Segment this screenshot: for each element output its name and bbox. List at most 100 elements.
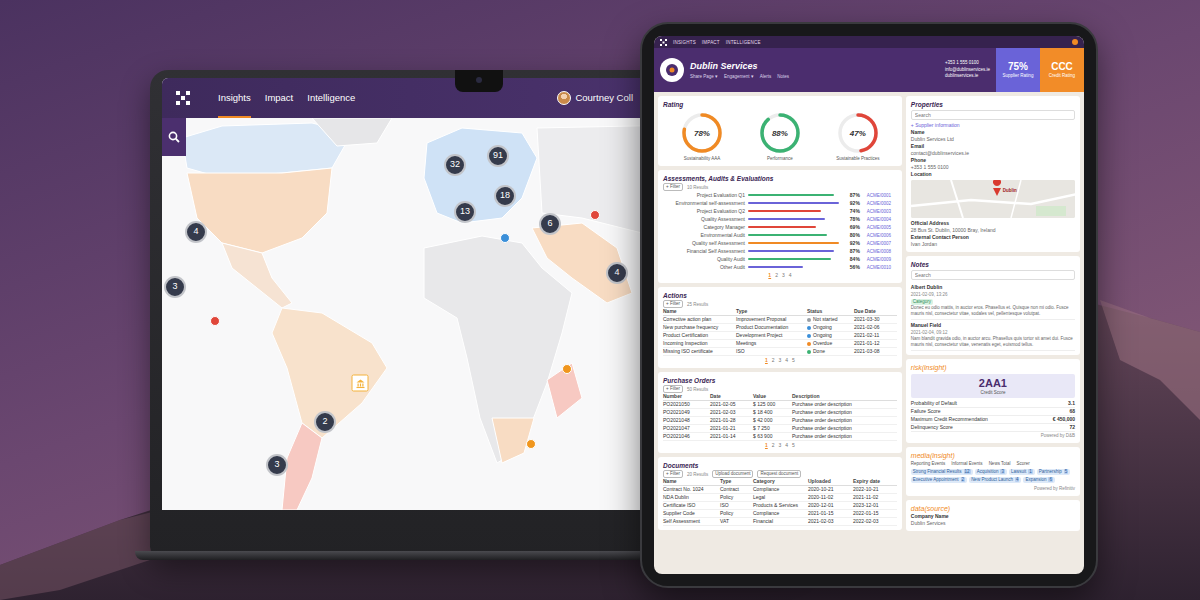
- table-row[interactable]: Self AssessmentVATFinancial2021-02-03202…: [663, 518, 897, 526]
- cluster-count[interactable]: 3: [266, 454, 288, 476]
- score-badge[interactable]: 75%Supplier Rating: [996, 48, 1040, 92]
- column-header[interactable]: Value: [753, 393, 789, 400]
- media-tag[interactable]: Executive Appointment2: [911, 477, 967, 483]
- page-link[interactable]: 1: [765, 357, 768, 364]
- status-dot[interactable]: [562, 364, 572, 374]
- media-tag[interactable]: New Product Launch4: [969, 477, 1021, 483]
- page-link[interactable]: 2: [772, 442, 775, 449]
- header-link[interactable]: Engagement ▾: [724, 74, 754, 80]
- assessment-row[interactable]: Environmental Audit80%ACME/0006: [663, 231, 897, 239]
- note[interactable]: Manuel Field2021-02-04, 09:12Nam blandit…: [911, 320, 1075, 351]
- table-row[interactable]: PO20210492021-02-03$ 18 400Purchase orde…: [663, 409, 897, 417]
- map-marker[interactable]: [352, 375, 369, 392]
- page-link[interactable]: 3: [779, 442, 782, 449]
- nav-tab[interactable]: Intelligence: [307, 78, 355, 118]
- assessment-ref[interactable]: ACME/0007: [867, 240, 897, 247]
- contact-line[interactable]: +353 1 555 0100: [945, 60, 990, 67]
- bank-pin[interactable]: [352, 375, 369, 392]
- score-badge[interactable]: CCCCredit Rating: [1040, 48, 1084, 92]
- column-header[interactable]: Date: [710, 393, 750, 400]
- map-marker[interactable]: 4: [185, 221, 207, 243]
- section-toggle[interactable]: + Supplier information: [911, 122, 1075, 129]
- table-row[interactable]: New purchase frequencyProduct Documentat…: [663, 324, 897, 332]
- map-marker[interactable]: 2: [314, 411, 336, 433]
- filter-button[interactable]: + Filter: [663, 385, 683, 393]
- table-row[interactable]: NDA DublinPolicyLegal2020-11-022021-11-0…: [663, 494, 897, 502]
- contact-line[interactable]: dublinservices.ie: [945, 73, 990, 80]
- table-row[interactable]: PO20210462021-01-14$ 63 900Purchase orde…: [663, 433, 897, 441]
- media-tag[interactable]: Strong Financial Results12: [911, 469, 973, 475]
- filter-button[interactable]: + Filter: [663, 183, 683, 191]
- assessment-row[interactable]: Project Evaluation Q187%ACME/0001: [663, 191, 897, 199]
- nav-tab[interactable]: IMPACT: [702, 39, 720, 46]
- column-header[interactable]: Type: [720, 478, 750, 485]
- document-button[interactable]: Request document: [757, 470, 801, 478]
- nav-tab[interactable]: INTELLIGENCE: [726, 39, 761, 46]
- cluster-count[interactable]: 32: [444, 154, 466, 176]
- location-map[interactable]: Dublin: [911, 180, 1075, 218]
- assessment-ref[interactable]: ACME/0003: [867, 208, 897, 215]
- page-link[interactable]: 4: [785, 357, 788, 364]
- map-marker[interactable]: [526, 439, 536, 449]
- column-header[interactable]: Expiry date: [853, 478, 897, 485]
- user-menu[interactable]: Courtney Coll: [557, 91, 633, 105]
- assessment-row[interactable]: Other Audit56%ACME/0010: [663, 263, 897, 271]
- page-link[interactable]: 1: [768, 272, 771, 279]
- map-marker[interactable]: 18: [494, 185, 516, 207]
- properties-search[interactable]: [911, 110, 1075, 120]
- map-marker[interactable]: 6: [539, 213, 561, 235]
- assessment-ref[interactable]: ACME/0004: [867, 216, 897, 223]
- column-header[interactable]: Type: [736, 308, 804, 315]
- table-row[interactable]: PO20210472021-01-21$ 7 250Purchase order…: [663, 425, 897, 433]
- page-link[interactable]: 3: [779, 357, 782, 364]
- column-header[interactable]: Category: [753, 478, 805, 485]
- assessment-row[interactable]: Financial Self Assessment87%ACME/0008: [663, 247, 897, 255]
- nav-tab[interactable]: Insights: [218, 78, 251, 118]
- table-row[interactable]: PO20210482021-01-28$ 42 000Purchase orde…: [663, 417, 897, 425]
- table-row[interactable]: Product CertificationDevelopment Project…: [663, 332, 897, 340]
- page-link[interactable]: 5: [792, 357, 795, 364]
- status-dot[interactable]: [210, 316, 220, 326]
- page-link[interactable]: 4: [789, 272, 792, 279]
- cluster-count[interactable]: 4: [185, 221, 207, 243]
- status-dot[interactable]: [500, 233, 510, 243]
- page-link[interactable]: 5: [792, 442, 795, 449]
- column-header[interactable]: Due Date: [854, 308, 897, 315]
- assessment-ref[interactable]: ACME/0002: [867, 200, 897, 207]
- assessment-ref[interactable]: ACME/0001: [867, 192, 897, 199]
- assessment-row[interactable]: Environmental self-assessment92%ACME/000…: [663, 199, 897, 207]
- column-header[interactable]: Uploaded: [808, 478, 850, 485]
- map-marker[interactable]: [590, 210, 600, 220]
- cluster-count[interactable]: 6: [539, 213, 561, 235]
- table-row[interactable]: Missing ISO certificateISODone2021-03-08: [663, 348, 897, 356]
- media-tag[interactable]: Expansion6: [1023, 477, 1055, 483]
- assessment-row[interactable]: Category Manager69%ACME/0005: [663, 223, 897, 231]
- user-name[interactable]: Courtney Coll: [575, 91, 633, 105]
- cluster-count[interactable]: 13: [454, 201, 476, 223]
- nav-tab[interactable]: INSIGHTS: [673, 39, 696, 46]
- map-marker[interactable]: [500, 233, 510, 243]
- assessment-row[interactable]: Quality self Assessment92%ACME/0007: [663, 239, 897, 247]
- media-tag[interactable]: Acquisition3: [975, 469, 1007, 475]
- table-row[interactable]: Supplier CodePolicyCompliance2021-01-152…: [663, 510, 897, 518]
- status-dot[interactable]: [526, 439, 536, 449]
- page-link[interactable]: 3: [782, 272, 785, 279]
- filter-button[interactable]: + Filter: [663, 300, 683, 308]
- page-link[interactable]: 4: [785, 442, 788, 449]
- assessment-row[interactable]: Quality Assessment78%ACME/0004: [663, 215, 897, 223]
- avatar-icon[interactable]: [1072, 39, 1078, 45]
- column-header[interactable]: Number: [663, 393, 707, 400]
- cluster-count[interactable]: 4: [606, 262, 628, 284]
- map-marker[interactable]: 91: [487, 145, 509, 167]
- search-button[interactable]: [162, 118, 186, 156]
- table-row[interactable]: Certificate ISOISOProducts & Services202…: [663, 502, 897, 510]
- column-header[interactable]: Name: [663, 478, 717, 485]
- assessment-ref[interactable]: ACME/0008: [867, 248, 897, 255]
- cluster-count[interactable]: 3: [164, 276, 186, 298]
- media-tag[interactable]: Lawsuit1: [1009, 469, 1035, 475]
- header-link[interactable]: Notes: [777, 74, 789, 80]
- assessment-ref[interactable]: ACME/0005: [867, 224, 897, 231]
- cluster-count[interactable]: 91: [487, 145, 509, 167]
- table-row[interactable]: PO20210502021-02-05$ 125 000Purchase ord…: [663, 401, 897, 409]
- column-header[interactable]: Name: [663, 308, 733, 315]
